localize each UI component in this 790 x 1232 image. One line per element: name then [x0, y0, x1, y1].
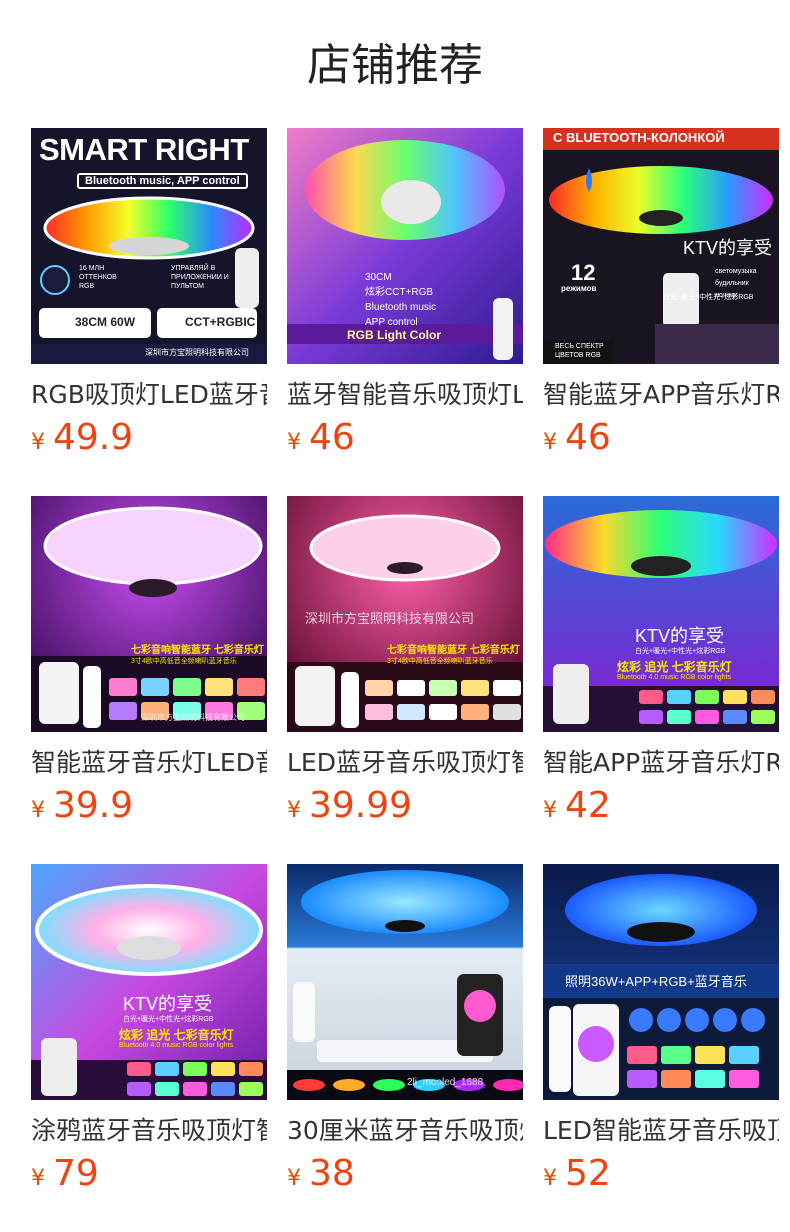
ceiling-lamp-icon [287, 128, 523, 364]
ceiling-lamp-icon [31, 864, 267, 1100]
price-value: 39.9 [53, 785, 134, 826]
currency-symbol: ¥ [31, 798, 45, 823]
product-card[interactable]: KTV的享受 白光+暖光+中性光+炫彩RGB 炫彩 追光 七彩音乐灯 Bluet… [543, 496, 779, 830]
product-image[interactable]: 照明36W+APP+RGB+蓝牙音乐 [543, 864, 779, 1100]
product-image[interactable]: KTV的享受 白光+暖光+中性光+炫彩RGB 炫彩 追光 七彩音乐灯 Bluet… [543, 496, 779, 732]
currency-symbol: ¥ [543, 430, 557, 455]
currency-symbol: ¥ [287, 798, 301, 823]
product-card[interactable]: С BLUETOOTH-КОЛОНКОЙ KTV的享受 12 режимов с… [543, 128, 779, 462]
ceiling-lamp-icon [287, 864, 523, 1100]
price-value: 42 [565, 785, 611, 826]
ceiling-lamp-icon [543, 496, 779, 732]
product-price: ¥39.99 [287, 786, 523, 830]
product-card[interactable]: 七彩音响智能蓝牙 七彩音乐灯 3寸4欧中高低音全频喇叭蓝牙音乐 深圳市方宝照明科… [31, 496, 267, 830]
currency-symbol: ¥ [31, 430, 45, 455]
product-image[interactable]: 七彩音响智能蓝牙 七彩音乐灯 3寸4欧中高低音全频喇叭蓝牙音乐 深圳市方宝照明科… [31, 496, 267, 732]
product-card[interactable]: KTV的享受 白光+暖光+中性光+炫彩RGB 炫彩 追光 七彩音乐灯 Bluet… [31, 864, 267, 1198]
product-card[interactable]: SMART RIGHT Bluetooth music, APP control… [31, 128, 267, 462]
price-value: 38 [309, 1153, 355, 1194]
product-name[interactable]: 智能APP蓝牙音乐灯RGB [543, 746, 779, 780]
product-name[interactable]: RGB吸顶灯LED蓝牙音乐吸顶灯 [31, 378, 267, 412]
price-value: 49.9 [53, 417, 134, 458]
price-value: 46 [565, 417, 611, 458]
ceiling-lamp-icon [543, 864, 779, 1100]
product-name[interactable]: 涂鸦蓝牙音乐吸顶灯智能 [31, 1114, 267, 1148]
price-value: 52 [565, 1153, 611, 1194]
product-name[interactable]: 蓝牙智能音乐吸顶灯LED [287, 378, 523, 412]
price-value: 39.99 [309, 785, 413, 826]
product-name[interactable]: 智能蓝牙音乐灯LED音乐吸顶灯 [31, 746, 267, 780]
product-name[interactable]: 智能蓝牙APP音乐灯RGB [543, 378, 779, 412]
product-image[interactable]: 2li_mooled_1688 [287, 864, 523, 1100]
product-image[interactable]: KTV的享受 白光+暖光+中性光+炫彩RGB 炫彩 追光 七彩音乐灯 Bluet… [31, 864, 267, 1100]
product-card[interactable]: 30CM 炫彩CCT+RGB Bluetooth music APP contr… [287, 128, 523, 462]
product-price: ¥39.9 [31, 786, 267, 830]
product-name[interactable]: LED智能蓝牙音乐吸顶灯 [543, 1114, 779, 1148]
product-price: ¥42 [543, 786, 779, 830]
product-image[interactable]: С BLUETOOTH-КОЛОНКОЙ KTV的享受 12 режимов с… [543, 128, 779, 364]
currency-symbol: ¥ [543, 798, 557, 823]
product-price: ¥79 [31, 1154, 267, 1198]
product-name[interactable]: LED蓝牙音乐吸顶灯智能 [287, 746, 523, 780]
ceiling-lamp-icon [287, 496, 523, 732]
product-price: ¥49.9 [31, 418, 267, 462]
product-grid: SMART RIGHT Bluetooth music, APP control… [31, 128, 790, 1228]
product-price: ¥38 [287, 1154, 523, 1198]
currency-symbol: ¥ [543, 1166, 557, 1191]
product-image[interactable]: SMART RIGHT Bluetooth music, APP control… [31, 128, 267, 364]
ceiling-lamp-icon [31, 128, 267, 364]
page-title: 店铺推荐 [307, 40, 483, 91]
product-price: ¥52 [543, 1154, 779, 1198]
product-card[interactable]: 深圳市方宝照明科技有限公司 七彩音响智能蓝牙 七彩音乐灯 3寸4欧中高低音全频喇… [287, 496, 523, 830]
product-image[interactable]: 深圳市方宝照明科技有限公司 七彩音响智能蓝牙 七彩音乐灯 3寸4欧中高低音全频喇… [287, 496, 523, 732]
currency-symbol: ¥ [31, 1166, 45, 1191]
product-name[interactable]: 30厘米蓝牙音乐吸顶灯 [287, 1114, 523, 1148]
currency-symbol: ¥ [287, 430, 301, 455]
product-card[interactable]: 照明36W+APP+RGB+蓝牙音乐 LED智能蓝牙音乐吸顶灯 ¥52 [543, 864, 779, 1198]
currency-symbol: ¥ [287, 1166, 301, 1191]
product-card[interactable]: 2li_mooled_1688 30厘米蓝牙音乐吸顶灯 ¥38 [287, 864, 523, 1198]
price-value: 79 [53, 1153, 99, 1194]
product-price: ¥46 [543, 418, 779, 462]
product-price: ¥46 [287, 418, 523, 462]
price-value: 46 [309, 417, 355, 458]
ceiling-lamp-icon [31, 496, 267, 732]
product-image[interactable]: 30CM 炫彩CCT+RGB Bluetooth music APP contr… [287, 128, 523, 364]
ceiling-lamp-icon [543, 128, 779, 364]
